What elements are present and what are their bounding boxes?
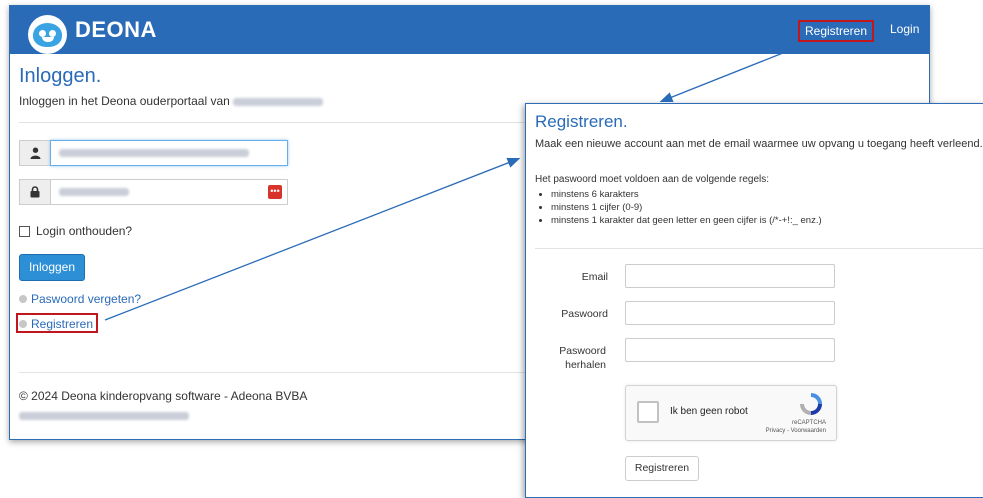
recaptcha-widget: Ik ben geen robot reCAPTCHA Privacy - Vo… (625, 385, 837, 441)
nav-login-link[interactable]: Login (890, 22, 919, 36)
rule-item: minstens 1 cijfer (0-9) (551, 201, 822, 214)
subtitle-text: Inloggen in het Deona ouderportaal van (19, 94, 230, 108)
page-title: Inloggen. (19, 65, 102, 87)
register-title: Registreren. (535, 112, 628, 131)
bullet-icon (19, 320, 27, 328)
navbar: DEONA Registreren Login (10, 6, 929, 54)
redacted-username (59, 149, 249, 157)
remember-checkbox[interactable] (19, 225, 30, 237)
page-subtitle: Inloggen in het Deona ouderportaal van (19, 94, 324, 108)
logo-face-icon (33, 23, 62, 47)
redacted-website (19, 411, 189, 420)
recaptcha-brand: reCAPTCHA Privacy - Voorwaarden (765, 420, 826, 434)
remember-me[interactable]: Login onthouden? (19, 224, 132, 238)
redacted-organisation (233, 97, 324, 106)
footer-copyright: © 2024 Deona kinderopvang software - Ade… (19, 389, 308, 403)
recaptcha-label: Ik ben geen robot (670, 406, 748, 417)
password-manager-icon[interactable]: ••• (268, 185, 282, 199)
user-icon (19, 140, 51, 166)
password-rules: minstens 6 karakters minstens 1 cijfer (… (539, 188, 822, 227)
bullet-icon (19, 295, 27, 303)
divider (535, 248, 983, 249)
email-label: Email (581, 271, 608, 283)
register-window: Registreren. Maak een nieuwe account aan… (525, 103, 983, 498)
recaptcha-checkbox[interactable] (637, 401, 659, 423)
register-button[interactable]: Registreren (625, 456, 699, 481)
nav-register-link[interactable]: Registreren (798, 20, 874, 42)
email-input[interactable] (625, 264, 835, 288)
rule-item: minstens 1 karakter dat geen letter en g… (551, 214, 822, 227)
recaptcha-icon (800, 393, 822, 415)
password-rules-heading: Het paswoord moet voldoen aan de volgend… (535, 174, 770, 185)
rule-item: minstens 6 karakters (551, 188, 822, 201)
password-label: Paswoord (561, 308, 608, 320)
password-input[interactable]: ••• (50, 179, 288, 205)
deona-logo[interactable] (28, 15, 67, 54)
remember-label: Login onthouden? (36, 224, 133, 238)
login-button[interactable]: Inloggen (19, 254, 85, 281)
brand-name[interactable]: DEONA (75, 17, 157, 43)
register-password-input[interactable] (625, 301, 835, 325)
forgot-password-link[interactable]: Paswoord vergeten? (19, 292, 141, 306)
password-repeat-input[interactable] (625, 338, 835, 362)
register-link-label[interactable]: Registreren (31, 317, 93, 331)
register-intro: Maak een nieuwe account aan met de email… (535, 138, 983, 150)
redacted-password (59, 188, 129, 196)
register-link[interactable]: Registreren (19, 317, 93, 331)
footer: © 2024 Deona kinderopvang software - Ade… (19, 389, 307, 422)
forgot-password-label[interactable]: Paswoord vergeten? (31, 292, 141, 306)
username-input[interactable] (50, 140, 288, 166)
lock-icon (19, 179, 51, 205)
password-repeat-label: Paswoord herhalen (559, 345, 606, 371)
